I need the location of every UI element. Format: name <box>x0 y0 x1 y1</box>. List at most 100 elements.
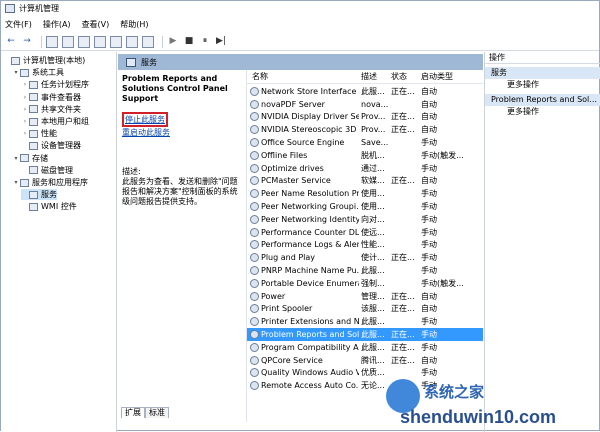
export-list-icon[interactable] <box>110 35 122 48</box>
start-service-icon[interactable]: ▶ <box>167 36 179 48</box>
tree-item[interactable]: ▾ 服务和应用程序 <box>12 177 88 188</box>
table-row[interactable]: Problem Reports and Sol... 此服... 正在... 手动 <box>247 328 483 341</box>
menu-file[interactable]: 文件(F) <box>5 19 32 30</box>
table-row[interactable]: Optimize drives 通过... 手动 <box>247 162 483 175</box>
service-description: 管理... <box>361 291 385 301</box>
tree-item[interactable]: › 任务计划程序 <box>21 79 89 90</box>
table-row[interactable]: novaPDF Server nova... 自动 <box>247 98 483 111</box>
restart-service-icon[interactable]: ▶| <box>215 36 227 48</box>
actions-pane: 操作 服务 更多操作 Problem Reports and Sol... 更多… <box>484 52 600 432</box>
table-row[interactable]: QPCore Service 腾讯... 正在... 自动 <box>247 354 483 367</box>
column-status[interactable]: 状态 <box>391 71 419 82</box>
actions-section-selected-service[interactable]: Problem Reports and Sol... <box>485 94 600 106</box>
tree-item[interactable]: 服务 <box>21 189 57 201</box>
show-hide-tree-icon[interactable] <box>62 35 74 48</box>
expand-arrow-icon[interactable]: › <box>21 94 29 101</box>
table-row[interactable]: Print Spooler 该服... 正在... 自动 <box>247 303 483 316</box>
column-name[interactable]: 名称 <box>252 71 359 82</box>
stop-service-icon[interactable]: ■ <box>183 36 195 48</box>
table-row[interactable]: Peer Networking Identity... 向对... 手动 <box>247 213 483 226</box>
table-row[interactable]: Power 管理... 正在... 自动 <box>247 290 483 303</box>
service-startup-type: 手动 <box>421 317 437 327</box>
expand-arrow-icon[interactable]: › <box>21 81 29 88</box>
table-row[interactable]: Program Compatibility A... 此服... 正在... 手动 <box>247 341 483 354</box>
column-startup-type[interactable]: 启动类型 <box>421 71 469 82</box>
tab-standard[interactable]: 标准 <box>145 407 169 418</box>
service-gear-icon <box>250 304 259 314</box>
description-label: 描述: <box>122 167 141 176</box>
tree-node-icon <box>20 154 29 163</box>
properties-icon[interactable] <box>78 35 90 48</box>
service-description: 软媒... <box>361 176 385 186</box>
expand-arrow-icon[interactable]: › <box>21 106 29 113</box>
tree-item[interactable]: 设备管理器 <box>21 140 81 151</box>
table-row[interactable]: NVIDIA Stereoscopic 3D ... Prov... 正在... 自动 <box>247 123 483 136</box>
service-name: Office Source Engine <box>261 138 345 148</box>
table-row[interactable]: Quality Windows Audio V... 优质... 手动 <box>247 367 483 380</box>
help-icon[interactable] <box>126 35 138 48</box>
table-row[interactable]: Printer Extensions and N... 此服... 手动 <box>247 315 483 328</box>
restart-service-link[interactable]: 重启动此服务 <box>122 128 170 137</box>
expand-arrow-icon[interactable]: ▾ <box>12 155 20 162</box>
service-name: Problem Reports and Sol... <box>261 330 359 340</box>
service-startup-type: 手动 <box>421 342 437 352</box>
tree-item[interactable]: 磁盘管理 <box>21 165 73 176</box>
table-row[interactable]: Office Source Engine Save... 手动 <box>247 136 483 149</box>
menu-action[interactable]: 操作(A) <box>43 19 71 30</box>
service-gear-icon <box>250 227 259 237</box>
more-actions-selected-service[interactable]: 更多操作 <box>485 106 600 118</box>
tab-extended[interactable]: 扩展 <box>121 407 145 418</box>
stop-service-link[interactable]: 停止此服务 <box>122 112 168 127</box>
tree-item[interactable]: WMI 控件 <box>21 201 77 212</box>
tree-item[interactable]: › 性能 <box>21 128 57 139</box>
column-description[interactable]: 描述 <box>361 71 389 82</box>
expand-arrow-icon[interactable]: › <box>21 130 29 137</box>
table-row[interactable]: Peer Name Resolution Pr... 使用... 手动 <box>247 187 483 200</box>
expand-arrow-icon[interactable]: › <box>21 118 29 125</box>
expand-arrow-icon[interactable]: ▾ <box>12 179 20 186</box>
service-status: 正在... <box>391 330 415 340</box>
tree-item[interactable]: ▾ 系统工具 <box>12 67 64 78</box>
view-icon[interactable] <box>142 35 154 48</box>
tree-item[interactable]: 计算机管理(本地) <box>3 55 85 66</box>
pause-service-icon[interactable]: ⏸ <box>199 36 211 48</box>
tree-node-icon <box>20 178 29 187</box>
expand-arrow-icon[interactable]: ▾ <box>12 69 20 76</box>
service-gear-icon <box>250 202 259 212</box>
service-name: Printer Extensions and N... <box>261 317 359 327</box>
more-actions-services[interactable]: 更多操作 <box>485 79 600 91</box>
refresh-icon[interactable] <box>94 35 106 48</box>
table-row[interactable]: Network Store Interface ... 此服... 正在... 自动 <box>247 85 483 98</box>
service-name: NVIDIA Display Driver Se... <box>261 112 359 122</box>
forward-icon[interactable]: → <box>21 36 33 48</box>
table-row[interactable]: Performance Counter DL... 使远... 手动 <box>247 226 483 239</box>
tree-item-label: 共享文件夹 <box>41 104 81 114</box>
tree-node-icon <box>29 80 38 89</box>
tree-item[interactable]: › 共享文件夹 <box>21 104 81 115</box>
tree-item[interactable]: › 本地用户和组 <box>21 116 89 127</box>
folder-icon[interactable] <box>46 35 58 48</box>
service-name: Portable Device Enumera... <box>261 278 359 288</box>
service-name: Remote Access Auto Co... <box>261 381 359 391</box>
tree-node-icon <box>29 117 38 126</box>
actions-section-services[interactable]: 服务 <box>485 67 600 79</box>
back-icon[interactable]: ← <box>5 36 17 48</box>
tree-item-label: 服务 <box>41 190 57 200</box>
table-row[interactable]: NVIDIA Display Driver Se... Prov... 正在... 自… <box>247 111 483 124</box>
tree-item[interactable]: ▾ 存储 <box>12 153 48 164</box>
table-row[interactable]: Offline Files 脱机... 手动(触发... <box>247 149 483 162</box>
table-row[interactable]: Plug and Play 使计... 正在... 手动 <box>247 251 483 264</box>
service-startup-type: 手动 <box>421 214 437 224</box>
table-row[interactable]: Peer Networking Groupi... 使用... 手动 <box>247 200 483 213</box>
service-status: 正在... <box>391 125 415 135</box>
service-status: 正在... <box>391 291 415 301</box>
service-name: Plug and Play <box>261 253 316 263</box>
table-row[interactable]: Performance Logs & Aler... 性能... 手动 <box>247 239 483 252</box>
service-status: 正在... <box>391 355 415 365</box>
table-row[interactable]: PNRP Machine Name Pu... 此服... 手动 <box>247 264 483 277</box>
menu-view[interactable]: 查看(V) <box>82 19 110 30</box>
table-row[interactable]: Portable Device Enumera...强制... 手动(触发... <box>247 277 483 290</box>
menu-help[interactable]: 帮助(H) <box>120 19 148 30</box>
table-row[interactable]: PCMaster Service 软媒... 正在... 自动 <box>247 175 483 188</box>
tree-item[interactable]: › 事件查看器 <box>21 92 81 103</box>
